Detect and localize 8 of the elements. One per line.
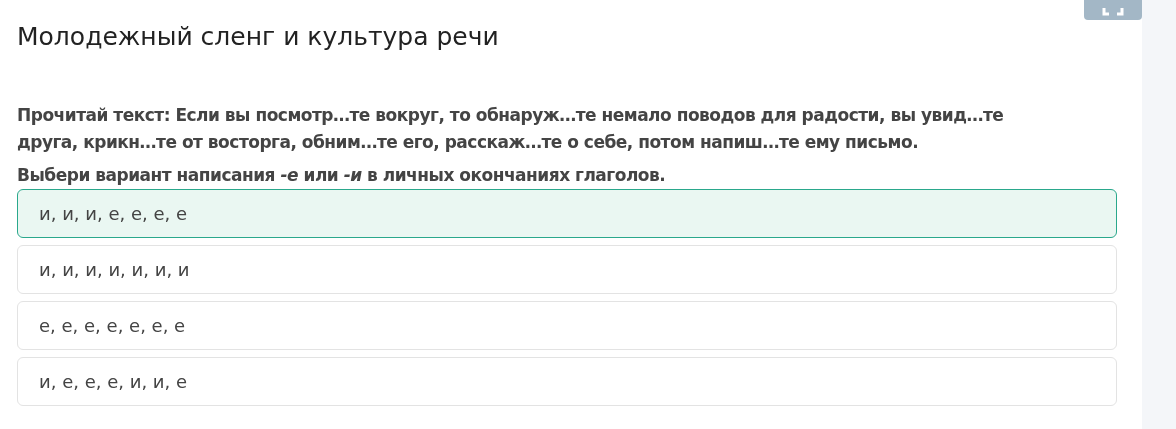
question-text: Прочитай текст: Если вы посмотр…те вокруг, то обнаруж…те немало поводов для радости, вы увид…те друга, крикн…те от восторга, обним…те его, расскаж…те о себе, потом напиш…те ему письмо. — [17, 104, 1005, 154]
expand-icon — [1102, 8, 1124, 16]
page-title: Молодежный сленг и культура речи — [17, 21, 500, 53]
answer-option[interactable]: и, и, и, и, и, и, и — [17, 245, 1117, 294]
answer-option[interactable]: и, е, е, е, и, и, е — [17, 357, 1117, 406]
answer-option[interactable]: е, е, е, е, е, е, е — [17, 301, 1117, 350]
answer-option[interactable]: и, и, и, е, е, е, е — [17, 189, 1117, 238]
instruction-text: Выбери вариант написания -е или -и в личных окончаниях глаголов. — [17, 164, 667, 186]
